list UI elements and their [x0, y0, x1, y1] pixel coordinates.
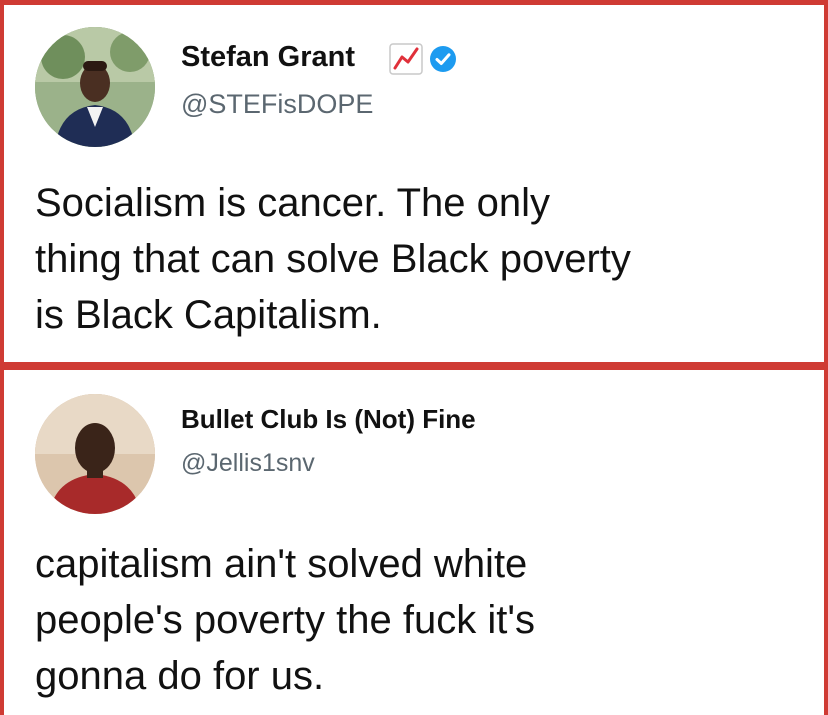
chart-increasing-emoji-icon — [389, 43, 423, 80]
avatar[interactable] — [35, 27, 155, 147]
name-badges — [389, 43, 457, 80]
tweet-card[interactable]: Stefan Grant @STEFisDOPE Socialism is ca… — [0, 0, 828, 362]
avatar-image — [35, 27, 155, 147]
tweet-text: Socialism is cancer. The only thing that… — [35, 181, 631, 337]
avatar-image — [35, 394, 155, 514]
verified-badge-icon — [429, 45, 457, 78]
avatar[interactable] — [35, 394, 155, 514]
display-name[interactable]: Stefan Grant — [181, 41, 355, 74]
user-handle[interactable]: @Jellis1snv — [181, 449, 315, 478]
tweet-card[interactable]: Bullet Club Is (Not) Fine @Jellis1snv ca… — [0, 370, 828, 715]
user-handle[interactable]: @STEFisDOPE — [181, 89, 373, 120]
tweet-text: capitalism ain't solved white people's p… — [35, 542, 535, 698]
display-name[interactable]: Bullet Club Is (Not) Fine — [181, 404, 476, 435]
tweet-divider — [0, 362, 828, 370]
